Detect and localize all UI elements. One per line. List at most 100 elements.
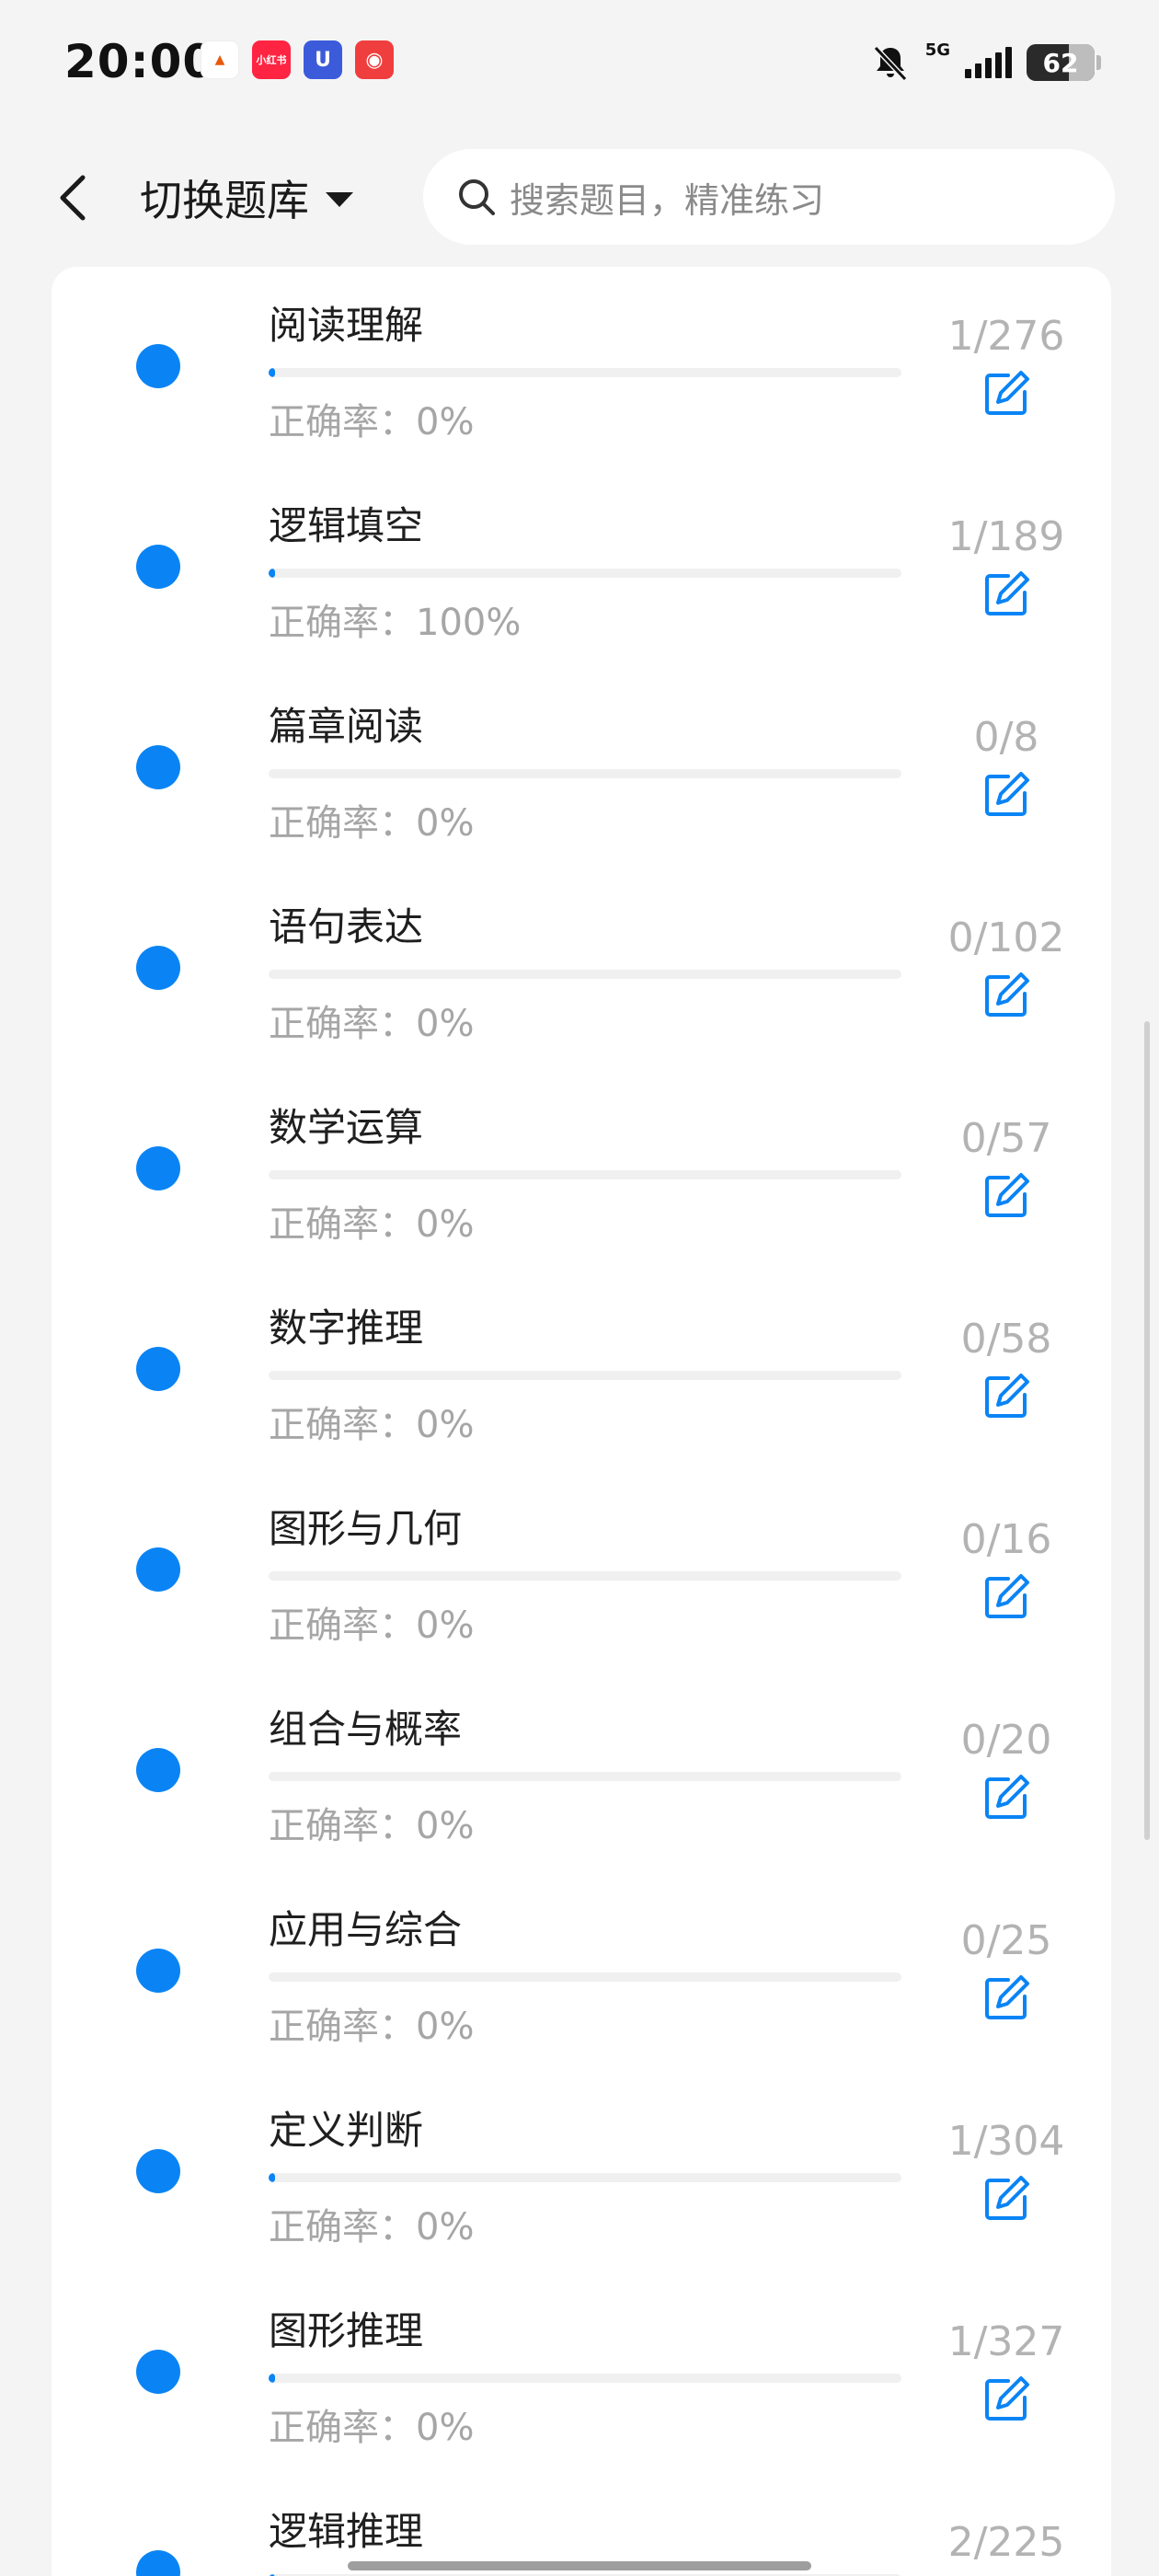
- list-item[interactable]: 定义判断正确率：0% 1/304: [52, 2072, 1111, 2272]
- accuracy-value: 0%: [416, 1404, 475, 1446]
- app-icon-xiaohongshu: 小红书: [252, 40, 291, 79]
- status-dot: [136, 1347, 180, 1391]
- list-item[interactable]: 数学运算 正确率：0% 0/57: [52, 1069, 1111, 1270]
- accuracy-label: 正确率：: [269, 401, 416, 443]
- search-input[interactable]: 搜索题目，精准练习: [423, 149, 1115, 245]
- status-dot: [136, 1949, 180, 1993]
- app-icon-4: ◉: [355, 40, 394, 79]
- status-time: 20:00: [64, 35, 216, 88]
- home-indicator[interactable]: [348, 2561, 811, 2570]
- accuracy-value: 0%: [416, 2407, 475, 2449]
- progress-count: 1/327: [947, 2318, 1065, 2365]
- practice-button[interactable]: [981, 1172, 1032, 1224]
- accuracy-label: 正确率：: [269, 1203, 416, 1246]
- item-title: 逻辑推理: [269, 2509, 424, 2554]
- app-icon-1: ▲: [201, 40, 239, 79]
- switch-bank-dropdown[interactable]: 切换题库: [140, 166, 353, 230]
- battery-icon: 62: [1027, 44, 1101, 81]
- battery-level: 62: [1042, 47, 1079, 78]
- practice-button[interactable]: [981, 972, 1032, 1023]
- progress-count: 0/8: [973, 714, 1039, 761]
- progress-count: 0/57: [960, 1115, 1052, 1162]
- progress-count: 2/225: [947, 2519, 1065, 2566]
- item-title: 定义判断: [269, 2108, 424, 2153]
- signal-icon: [965, 47, 1012, 78]
- edit-icon: [981, 2374, 1032, 2429]
- list-item[interactable]: 图形与几何 正确率：0% 0/16: [52, 1470, 1111, 1671]
- item-title: 图形与几何: [269, 1506, 463, 1551]
- edit-icon: [981, 970, 1032, 1025]
- item-title: 阅读理解: [269, 303, 424, 348]
- progress-bar: [269, 1371, 901, 1380]
- accuracy-value: 0%: [416, 1203, 475, 1246]
- accuracy-value: 0%: [416, 1003, 475, 1045]
- status-dot: [136, 946, 180, 990]
- list-item[interactable]: 语句表达 正确率：0% 0/102: [52, 868, 1111, 1069]
- accuracy-label: 正确率：: [269, 2006, 416, 2048]
- app-icon-3: U: [304, 40, 342, 79]
- accuracy-label: 正确率：: [269, 1805, 416, 1847]
- progress-bar: [269, 1772, 901, 1781]
- list-item[interactable]: 数字推理 正确率：0% 0/58: [52, 1270, 1111, 1470]
- list-item[interactable]: 逻辑填空 正确率：100% 1/189: [52, 467, 1111, 668]
- list-item[interactable]: 图形推理 正确率：0% 1/327: [52, 2272, 1111, 2473]
- accuracy-label: 正确率：: [269, 2206, 416, 2248]
- search-icon: [459, 179, 495, 215]
- progress-count: 1/276: [947, 313, 1065, 360]
- status-dot: [136, 2350, 180, 2394]
- practice-button[interactable]: [981, 771, 1032, 822]
- accuracy-text: 正确率：0%: [269, 2398, 474, 2451]
- practice-button[interactable]: [981, 570, 1032, 622]
- item-title: 应用与综合: [269, 1907, 463, 1952]
- caret-down-icon: [326, 192, 353, 207]
- list-item[interactable]: 组合与概率 正确率：0% 0/20: [52, 1671, 1111, 1871]
- accuracy-label: 正确率：: [269, 802, 416, 845]
- network-type: 5G: [924, 40, 950, 60]
- progress-fill: [269, 2173, 275, 2182]
- status-dot: [136, 2149, 180, 2193]
- practice-button[interactable]: [981, 1373, 1032, 1424]
- accuracy-text: 正确率：0%: [269, 1595, 474, 1649]
- progress-count: 1/189: [947, 513, 1065, 560]
- accuracy-value: 0%: [416, 1805, 475, 1847]
- practice-button[interactable]: [981, 2175, 1032, 2226]
- practice-button[interactable]: [981, 370, 1032, 421]
- progress-bar: [269, 769, 901, 778]
- accuracy-value: 100%: [416, 602, 522, 644]
- status-dot: [136, 1748, 180, 1792]
- edit-icon: [981, 1170, 1032, 1225]
- accuracy-label: 正确率：: [269, 1404, 416, 1446]
- switch-bank-label: 切换题库: [140, 176, 309, 225]
- status-indicators: 5G 62: [870, 37, 1101, 88]
- progress-count: 0/102: [947, 914, 1065, 961]
- accuracy-text: 正确率：0%: [269, 1796, 474, 1849]
- item-title: 组合与概率: [269, 1707, 463, 1752]
- accuracy-text: 正确率：0%: [269, 1395, 474, 1448]
- list-item[interactable]: 应用与综合 正确率：0% 0/25: [52, 1871, 1111, 2072]
- scrollbar[interactable]: [1144, 1021, 1150, 1840]
- practice-button[interactable]: [981, 2375, 1032, 2427]
- accuracy-text: 正确率：0%: [269, 2197, 474, 2250]
- status-dot: [136, 1547, 180, 1592]
- practice-button[interactable]: [981, 1774, 1032, 1825]
- status-dot: [136, 2550, 180, 2576]
- progress-bar: [269, 1972, 901, 1982]
- progress-bar: [269, 368, 901, 377]
- back-button[interactable]: [46, 166, 101, 230]
- progress-bar: [269, 2173, 901, 2182]
- practice-button[interactable]: [981, 1573, 1032, 1625]
- item-title: 语句表达: [269, 904, 424, 949]
- edit-icon: [981, 769, 1032, 824]
- accuracy-value: 0%: [416, 2006, 475, 2048]
- practice-button[interactable]: [981, 1974, 1032, 2026]
- edit-icon: [981, 368, 1032, 423]
- list-item[interactable]: 阅读理解 正确率：0% 1/276: [52, 267, 1111, 467]
- accuracy-value: 0%: [416, 802, 475, 845]
- status-dot: [136, 1146, 180, 1190]
- list-item[interactable]: 篇章阅读 正确率：0% 0/8: [52, 668, 1111, 868]
- accuracy-label: 正确率：: [269, 2407, 416, 2449]
- status-dot: [136, 545, 180, 589]
- progress-bar: [269, 569, 901, 578]
- progress-count: 1/304: [947, 2118, 1065, 2165]
- status-dot: [136, 745, 180, 789]
